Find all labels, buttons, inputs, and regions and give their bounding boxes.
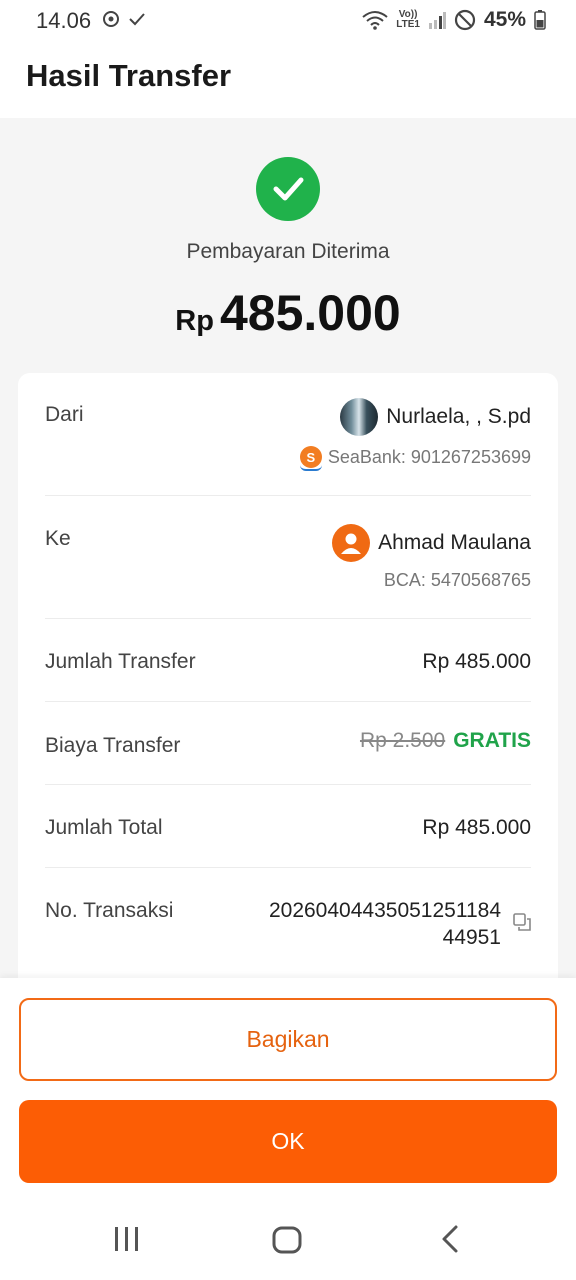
status-left-icons bbox=[102, 10, 146, 28]
transfer-amount-value: Rp 485.000 bbox=[422, 650, 531, 673]
to-label: Ke bbox=[45, 527, 71, 550]
transfer-fee-row: Biaya Transfer Rp 2.500 GRATIS bbox=[45, 701, 531, 785]
media-icon bbox=[103, 11, 119, 27]
sender-info: Nurlaela, , S.pd bbox=[340, 398, 531, 436]
free-badge: GRATIS bbox=[453, 729, 531, 752]
page-title: Hasil Transfer bbox=[26, 58, 232, 93]
total-row: Jumlah Total Rp 485.000 bbox=[45, 784, 531, 868]
to-row: Ke Ahmad Maulana BCA: 5470568765 bbox=[45, 495, 531, 619]
sender-account-text: SeaBank: 901267253699 bbox=[327, 446, 531, 467]
sender-avatar bbox=[340, 398, 379, 436]
transfer-fee-label: Biaya Transfer bbox=[45, 734, 181, 757]
payment-amount: Rp 485.000 bbox=[0, 284, 576, 342]
battery-percent: 45% bbox=[483, 8, 526, 31]
total-value: Rp 485.000 bbox=[422, 816, 531, 839]
sender-account: S SeaBank: 901267253699 bbox=[299, 446, 531, 471]
wifi-icon bbox=[362, 11, 388, 30]
sender-name: Nurlaela, , S.pd bbox=[386, 405, 531, 428]
ok-button[interactable]: OK bbox=[19, 1100, 557, 1183]
battery-icon bbox=[534, 10, 546, 30]
app-header: Hasil Transfer bbox=[0, 40, 576, 118]
user-avatar-icon bbox=[332, 524, 371, 562]
amount-currency: Rp bbox=[175, 305, 214, 337]
signal-icon bbox=[428, 12, 446, 29]
lte-indicator: Vo)) LTE1 bbox=[396, 9, 420, 30]
total-label: Jumlah Total bbox=[45, 816, 163, 839]
status-time: 14.06 bbox=[36, 8, 92, 33]
check-icon bbox=[129, 13, 145, 26]
transfer-amount-row: Jumlah Transfer Rp 485.000 bbox=[45, 618, 531, 702]
recipient-account: BCA: 5470568765 bbox=[384, 570, 531, 591]
transaction-row: No. Transaksi 20260404435051251184 44951 bbox=[45, 867, 531, 967]
amount-value: 485.000 bbox=[219, 285, 401, 341]
status-bar: 14.06 Vo)) LTE1 45% bbox=[0, 0, 576, 40]
recipient-name: Ahmad Maulana bbox=[378, 531, 531, 554]
transaction-number-line1: 20260404435051251184 bbox=[268, 899, 501, 922]
share-button[interactable]: Bagikan bbox=[19, 998, 557, 1081]
transaction-number: 20260404435051251184 44951 bbox=[269, 897, 501, 951]
seabank-logo-icon: S bbox=[299, 446, 322, 471]
from-label: Dari bbox=[45, 403, 84, 426]
do-not-disturb-icon bbox=[454, 9, 476, 31]
home-icon[interactable] bbox=[271, 1224, 303, 1256]
recent-apps-icon[interactable] bbox=[112, 1224, 142, 1254]
recipient-account-text: BCA: 5470568765 bbox=[383, 570, 531, 590]
transfer-fee-value: Rp 2.500 GRATIS bbox=[360, 729, 531, 753]
copy-icon[interactable] bbox=[513, 913, 531, 931]
transfer-amount-label: Jumlah Transfer bbox=[45, 650, 196, 673]
transaction-label: No. Transaksi bbox=[45, 899, 174, 922]
action-bar: Bagikan OK bbox=[0, 978, 576, 1202]
system-nav-bar bbox=[0, 1202, 576, 1280]
payment-status-text: Pembayaran Diterima bbox=[186, 240, 390, 263]
original-fee: Rp 2.500 bbox=[359, 729, 446, 752]
transaction-number-line2: 44951 bbox=[442, 926, 501, 949]
check-circle-icon bbox=[256, 157, 320, 221]
from-row: Dari Nurlaela, , S.pd S SeaBank: 9012672… bbox=[45, 373, 531, 496]
transfer-details-card: Dari Nurlaela, , S.pd S SeaBank: 9012672… bbox=[18, 373, 558, 1013]
status-right-icons: Vo)) LTE1 45% bbox=[362, 8, 546, 32]
back-icon[interactable] bbox=[438, 1224, 462, 1254]
recipient-info: Ahmad Maulana bbox=[332, 524, 531, 562]
